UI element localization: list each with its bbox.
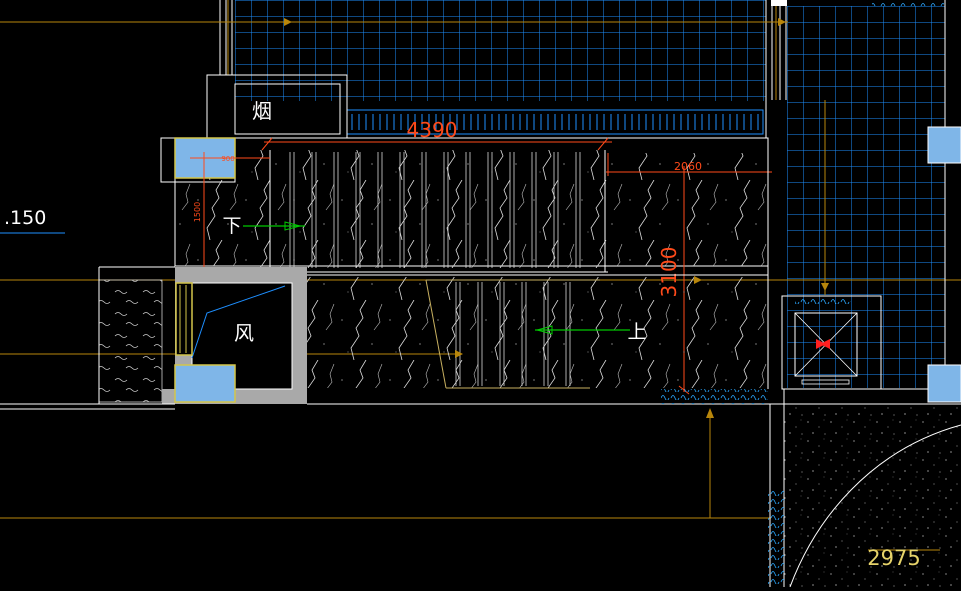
dimension-right-width: 2060 — [674, 160, 702, 173]
cad-drawing-canvas[interactable]: 烟 .150 900 1500 4390 2060 3100 下 上 风 297… — [0, 0, 961, 588]
column-lower-left — [174, 364, 236, 403]
cad-drawing: 烟 .150 900 1500 4390 2060 3100 下 上 风 297… — [0, 0, 961, 588]
dimension-small-h: 900 — [221, 155, 234, 163]
dimension-top-width: 4390 — [407, 118, 458, 142]
column-top-right-cap — [771, 0, 787, 6]
hatch-strip-bottom — [661, 389, 768, 404]
hatch-strip-right — [768, 488, 784, 587]
hatch-strip-top — [872, 0, 944, 6]
elevation-label: .150 — [4, 207, 46, 229]
wind-label: 风 — [234, 321, 254, 345]
axis-arrow-bottom — [706, 408, 714, 418]
tile-grid-right — [787, 6, 945, 388]
column-right-lower — [927, 364, 961, 403]
rubble-fill — [98, 279, 163, 403]
tile-grid-top — [235, 0, 766, 101]
chimney-label: 烟 — [252, 99, 272, 123]
dimension-small-v: 1500 — [193, 202, 202, 222]
column-right-upper — [927, 126, 961, 164]
down-label: 下 — [222, 215, 241, 237]
up-label: 上 — [627, 321, 646, 343]
dimension-bottom-right: 2975 — [867, 546, 920, 570]
axis-arrow-top-right — [778, 18, 786, 26]
chimney-room — [206, 74, 348, 139]
